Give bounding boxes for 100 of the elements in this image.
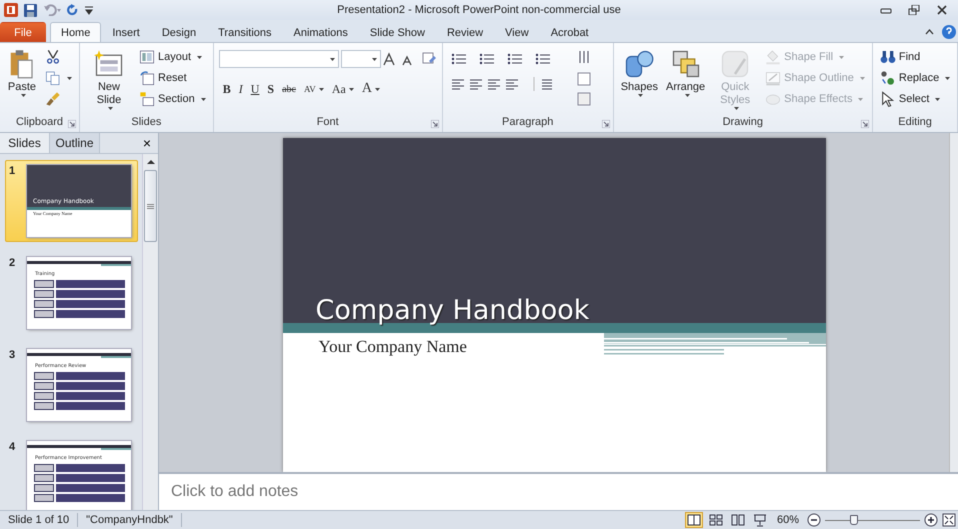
zoom-slider[interactable] — [825, 513, 920, 527]
ribbon-tab[interactable]: Transitions — [207, 22, 282, 42]
paint-bucket-icon — [765, 49, 782, 65]
customize-icon[interactable] — [85, 5, 93, 15]
grip-icon — [147, 204, 154, 208]
launcher-icon[interactable] — [430, 120, 439, 128]
image-placeholder — [34, 310, 54, 318]
caret-icon — [374, 88, 380, 90]
zoom-out-icon[interactable] — [807, 513, 821, 527]
format-button[interactable]: A — [358, 79, 384, 99]
ribbon-button[interactable]: Reset — [137, 68, 208, 88]
app-icon[interactable] — [4, 3, 18, 17]
group-label: Slides — [131, 116, 162, 130]
ribbon-button[interactable]: Find — [878, 47, 952, 67]
ribbon-tab[interactable]: Review — [436, 22, 494, 42]
window-title: Presentation2 - Microsoft PowerPoint non-commercial use — [337, 4, 621, 16]
launcher-icon[interactable] — [602, 120, 610, 128]
save-icon[interactable] — [24, 4, 37, 16]
view-button[interactable] — [706, 512, 725, 528]
style-icon — [720, 49, 750, 79]
shapes-button[interactable]: Shapes — [618, 47, 660, 116]
scrollbar[interactable] — [949, 133, 958, 472]
text-bar — [56, 382, 125, 390]
font-size-field[interactable] — [340, 50, 381, 68]
ribbon-tab[interactable]: Acrobat — [540, 22, 600, 42]
view-button[interactable] — [728, 512, 747, 528]
format-button[interactable]: U — [246, 79, 264, 99]
image-placeholder — [34, 372, 54, 380]
format-button[interactable]: B — [218, 79, 235, 99]
font-name-field[interactable] — [218, 50, 339, 68]
group-label: Clipboard — [16, 116, 64, 130]
format-button[interactable]: S — [263, 79, 278, 99]
zoom-in-icon[interactable] — [924, 513, 938, 527]
replace-icon — [880, 70, 896, 86]
ribbon-tab[interactable]: Slide Show — [358, 22, 436, 42]
launcher-icon[interactable] — [860, 120, 869, 128]
ribbon-tab[interactable]: File — [0, 22, 46, 42]
image-placeholder — [34, 300, 54, 308]
caret-icon — [197, 56, 202, 58]
format-button[interactable]: abc — [278, 79, 300, 99]
ribbon-button[interactable]: Paste — [5, 47, 39, 116]
text-bar — [56, 300, 125, 308]
normal-view-icon — [686, 513, 701, 527]
format-button[interactable]: I — [234, 79, 247, 99]
image-placeholder — [34, 290, 54, 298]
collapse-ribbon-icon[interactable] — [925, 29, 934, 35]
close-icon[interactable] — [936, 5, 948, 15]
panel-tab[interactable]: Outline — [50, 133, 100, 153]
caret-icon — [372, 58, 377, 60]
scissors-icon — [45, 49, 61, 65]
caret-icon — [200, 98, 206, 100]
caret-icon — [348, 88, 354, 90]
group-label: Font — [316, 116, 339, 130]
scroll-up-icon[interactable] — [146, 158, 154, 166]
ribbon-tab[interactable]: Design — [150, 22, 208, 42]
view-button[interactable] — [684, 512, 703, 528]
slide[interactable]: Company Handbook Your Company Name — [282, 138, 826, 472]
launcher-icon[interactable] — [68, 120, 76, 128]
text-bar — [56, 392, 125, 400]
ribbon-tab[interactable]: View — [494, 22, 540, 42]
ribbon-button[interactable]: Replace — [878, 68, 952, 88]
caret-icon — [67, 76, 72, 80]
pen-icon — [765, 70, 782, 86]
ribbon-button[interactable]: Layout — [137, 47, 208, 67]
ribbon-button[interactable]: Select — [878, 89, 952, 109]
format-button[interactable]: Aa — [328, 79, 358, 99]
image-placeholder — [34, 280, 54, 288]
format-button[interactable]: AV — [300, 79, 328, 99]
caret-icon — [839, 56, 844, 58]
ribbon-tab[interactable]: Insert — [101, 22, 151, 42]
slide-number: 4 — [9, 441, 16, 455]
text-bar — [56, 372, 125, 380]
caret-icon — [20, 94, 26, 97]
text-bar — [56, 280, 125, 288]
ribbon-button[interactable]: Arrange — [664, 47, 708, 116]
image-placeholder — [34, 484, 54, 492]
accent-bar — [101, 264, 131, 266]
ribbon-tab[interactable]: Home — [50, 22, 102, 42]
slide-counter: Slide 1 of 10 — [0, 513, 78, 527]
slide-title[interactable]: Company Handbook — [316, 295, 590, 327]
theme-name: "CompanyHndbk" — [78, 513, 182, 527]
ribbon-button[interactable]: New Slide — [85, 47, 133, 116]
brush-icon — [45, 91, 61, 107]
slider-thumb[interactable] — [850, 515, 858, 525]
ribbon-tab[interactable]: Animations — [282, 22, 359, 42]
scroll-thumb[interactable] — [144, 170, 157, 242]
book-view-icon — [730, 513, 745, 527]
fit-slide-icon[interactable] — [942, 513, 956, 527]
ribbon-button[interactable]: Section — [137, 89, 208, 109]
close-button[interactable]: × — [136, 133, 158, 153]
panel-tab[interactable]: Slides — [0, 133, 50, 153]
restore-icon[interactable] — [908, 5, 920, 15]
slide-subtitle[interactable]: Your Company Name — [282, 333, 604, 357]
zoom-level: 60% — [776, 514, 800, 526]
image-placeholder — [34, 392, 54, 400]
caret-icon — [935, 98, 940, 100]
layout-icon — [139, 49, 155, 65]
section-icon — [139, 91, 155, 107]
redo-icon[interactable] — [67, 4, 79, 16]
help-icon[interactable] — [942, 25, 956, 39]
